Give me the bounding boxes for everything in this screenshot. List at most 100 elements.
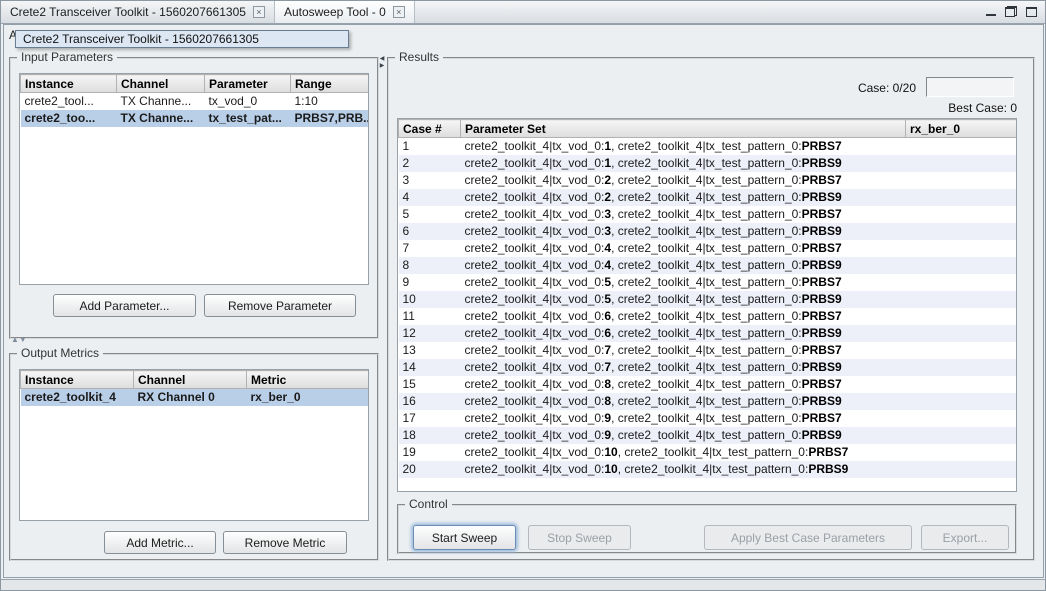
parameter-set: crete2_toolkit_4|tx_vod_0:4, crete2_tool… (461, 257, 906, 274)
rx-ber-value (906, 410, 1018, 427)
param-text: , crete2_toolkit_4|tx_test_pattern_0: (618, 462, 809, 476)
column-header-channel[interactable]: Channel (134, 371, 247, 389)
horizontal-splitter[interactable]: ▲▼ (11, 336, 27, 344)
parameter-set: crete2_toolkit_4|tx_vod_0:6, crete2_tool… (461, 325, 906, 342)
start-sweep-button[interactable]: Start Sweep (413, 525, 516, 550)
output-metric-row[interactable]: crete2_toolkit_4RX Channel 0rx_ber_0 (21, 389, 370, 407)
stop-sweep-button[interactable]: Stop Sweep (528, 525, 631, 550)
tab-crete2-transceiver-toolkit[interactable]: Crete2 Transceiver Toolkit - 15602076613… (1, 1, 275, 23)
rx-ber-value (906, 359, 1018, 376)
parameter-set: crete2_toolkit_4|tx_vod_0:10, crete2_too… (461, 444, 906, 461)
case-progress-field[interactable] (926, 77, 1014, 97)
apply-best-case-button[interactable]: Apply Best Case Parameters (704, 525, 912, 550)
maximize-icon[interactable] (1026, 7, 1037, 17)
output-metrics-table: InstanceChannelMetric crete2_toolkit_4RX… (19, 369, 369, 521)
export-button[interactable]: Export... (921, 525, 1009, 550)
result-row[interactable]: 9crete2_toolkit_4|tx_vod_0:5, crete2_too… (399, 274, 1018, 291)
collapse-right-icon[interactable]: ▶ (380, 63, 385, 69)
remove-parameter-button[interactable]: Remove Parameter (204, 294, 356, 317)
input-parameter-row[interactable]: crete2_too...TX Channe...tx_test_pat...P… (21, 110, 370, 127)
parameter-set: crete2_toolkit_4|tx_vod_0:7, crete2_tool… (461, 359, 906, 376)
collapse-left-icon[interactable]: ◀ (380, 56, 385, 62)
rx-ber-value (906, 189, 1018, 206)
cell: crete2_toolkit_4 (21, 389, 134, 407)
result-row[interactable]: 3crete2_toolkit_4|tx_vod_0:2, crete2_too… (399, 172, 1018, 189)
param-text: , crete2_toolkit_4|tx_test_pattern_0: (611, 190, 802, 204)
result-row[interactable]: 20crete2_toolkit_4|tx_vod_0:10, crete2_t… (399, 461, 1018, 478)
case-number: 14 (399, 359, 461, 376)
vertical-splitter[interactable]: ◀▶ (378, 56, 386, 70)
case-number: 1 (399, 138, 461, 156)
result-row[interactable]: 7crete2_toolkit_4|tx_vod_0:4, crete2_too… (399, 240, 1018, 257)
result-row[interactable]: 14crete2_toolkit_4|tx_vod_0:7, crete2_to… (399, 359, 1018, 376)
tab-close-icon[interactable]: × (393, 6, 405, 18)
input-parameters-title: Input Parameters (17, 50, 117, 64)
input-parameter-row[interactable]: crete2_tool...TX Channe...tx_vod_01:10 (21, 93, 370, 111)
param-value: 10 (604, 462, 617, 476)
rx-ber-value (906, 138, 1018, 156)
param-value: 10 (604, 445, 617, 459)
cell: crete2_too... (21, 110, 117, 127)
rx-ber-value (906, 376, 1018, 393)
result-row[interactable]: 4crete2_toolkit_4|tx_vod_0:2, crete2_too… (399, 189, 1018, 206)
column-header-range[interactable]: Range (291, 75, 370, 93)
result-row[interactable]: 17crete2_toolkit_4|tx_vod_0:9, crete2_to… (399, 410, 1018, 427)
param-text: , crete2_toolkit_4|tx_test_pattern_0: (611, 156, 802, 170)
cell: RX Channel 0 (134, 389, 247, 407)
param-text: , crete2_toolkit_4|tx_test_pattern_0: (611, 377, 802, 391)
rx-ber-value (906, 342, 1018, 359)
rx-ber-value (906, 155, 1018, 172)
result-row[interactable]: 1crete2_toolkit_4|tx_vod_0:1, crete2_too… (399, 138, 1018, 156)
output-metrics-title: Output Metrics (17, 346, 103, 360)
result-row[interactable]: 16crete2_toolkit_4|tx_vod_0:8, crete2_to… (399, 393, 1018, 410)
result-row[interactable]: 15crete2_toolkit_4|tx_vod_0:8, crete2_to… (399, 376, 1018, 393)
param-value: PRBS7 (802, 275, 842, 289)
param-text: crete2_toolkit_4|tx_vod_0: (465, 139, 605, 153)
parameter-set: crete2_toolkit_4|tx_vod_0:9, crete2_tool… (461, 427, 906, 444)
column-header-instance[interactable]: Instance (21, 75, 117, 93)
case-number: 16 (399, 393, 461, 410)
result-row[interactable]: 5crete2_toolkit_4|tx_vod_0:3, crete2_too… (399, 206, 1018, 223)
column-header-metric[interactable]: Metric (247, 371, 370, 389)
result-row[interactable]: 10crete2_toolkit_4|tx_vod_0:5, crete2_to… (399, 291, 1018, 308)
param-text: , crete2_toolkit_4|tx_test_pattern_0: (611, 258, 802, 272)
rx-ber-value (906, 257, 1018, 274)
column-header-parameter-set[interactable]: Parameter Set (461, 120, 906, 138)
column-header-parameter[interactable]: Parameter (205, 75, 291, 93)
case-number: 15 (399, 376, 461, 393)
result-row[interactable]: 12crete2_toolkit_4|tx_vod_0:6, crete2_to… (399, 325, 1018, 342)
column-header-rx-ber-0[interactable]: rx_ber_0 (906, 120, 1018, 138)
case-number: 3 (399, 172, 461, 189)
result-row[interactable]: 18crete2_toolkit_4|tx_vod_0:9, crete2_to… (399, 427, 1018, 444)
result-row[interactable]: 6crete2_toolkit_4|tx_vod_0:3, crete2_too… (399, 223, 1018, 240)
tab-close-icon[interactable]: × (253, 6, 265, 18)
collapse-down-icon[interactable]: ▼ (19, 335, 27, 344)
result-row[interactable]: 2crete2_toolkit_4|tx_vod_0:1, crete2_too… (399, 155, 1018, 172)
param-text: , crete2_toolkit_4|tx_test_pattern_0: (611, 343, 802, 357)
param-value: PRBS9 (802, 224, 842, 238)
add-parameter-button[interactable]: Add Parameter... (53, 294, 196, 317)
column-header-channel[interactable]: Channel (117, 75, 205, 93)
case-number: 4 (399, 189, 461, 206)
result-row[interactable]: 11crete2_toolkit_4|tx_vod_0:6, crete2_to… (399, 308, 1018, 325)
column-header-case-[interactable]: Case # (399, 120, 461, 138)
parameter-set: crete2_toolkit_4|tx_vod_0:8, crete2_tool… (461, 393, 906, 410)
rx-ber-value (906, 461, 1018, 478)
results-table: Case #Parameter Setrx_ber_0 1 crete2_tool… (397, 118, 1017, 492)
parameter-set: crete2_toolkit_4|tx_vod_0:10, crete2_too… (461, 461, 906, 478)
minimize-icon[interactable] (986, 7, 996, 16)
param-text: , crete2_toolkit_4|tx_test_pattern_0: (611, 394, 802, 408)
param-text: crete2_toolkit_4|tx_vod_0: (465, 224, 605, 238)
input-parameters-header: InstanceChannelParameterRange (21, 75, 370, 93)
column-header-instance[interactable]: Instance (21, 371, 134, 389)
result-row[interactable]: 13crete2_toolkit_4|tx_vod_0:7, crete2_to… (399, 342, 1018, 359)
restore-icon[interactable] (1005, 6, 1017, 17)
add-metric-button[interactable]: Add Metric... (104, 531, 216, 554)
remove-metric-button[interactable]: Remove Metric (223, 531, 347, 554)
result-row[interactable]: 8crete2_toolkit_4|tx_vod_0:4, crete2_too… (399, 257, 1018, 274)
collapse-up-icon[interactable]: ▲ (11, 335, 19, 344)
result-row[interactable]: 19crete2_toolkit_4|tx_vod_0:10, crete2_t… (399, 444, 1018, 461)
cell: TX Channe... (117, 110, 205, 127)
param-text: crete2_toolkit_4|tx_vod_0: (465, 462, 605, 476)
tab-autosweep-tool[interactable]: Autosweep Tool - 0 × (275, 1, 415, 23)
